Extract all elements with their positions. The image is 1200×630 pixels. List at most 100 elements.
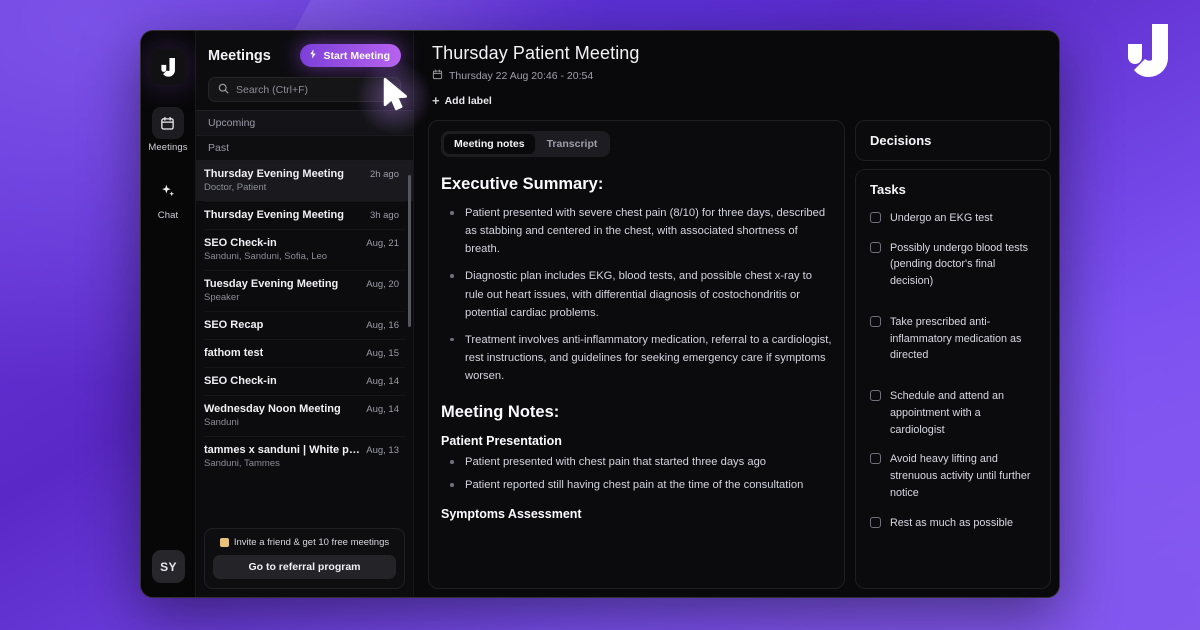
start-meeting-button[interactable]: Start Meeting [300, 44, 401, 67]
search-area [196, 67, 413, 110]
list-item-title: SEO Check-in [204, 375, 277, 387]
executive-summary-heading: Executive Summary: [441, 175, 832, 194]
lightning-icon [308, 49, 318, 62]
tab-meeting-notes[interactable]: Meeting notes [444, 134, 535, 154]
decisions-card: Decisions [855, 120, 1051, 161]
bullet-item: Patient presented with severe chest pain… [443, 204, 832, 258]
task-item[interactable]: Schedule and attend an appointment with … [870, 388, 1036, 438]
meeting-title: Thursday Patient Meeting [432, 43, 1041, 64]
meeting-datetime: Thursday 22 Aug 20:46 - 20:54 [449, 70, 593, 82]
list-item-people: Sanduni [204, 417, 399, 428]
list-item-people: Sanduni, Tammes [204, 458, 399, 469]
bullet-item: Treatment involves anti-inflammatory med… [443, 331, 832, 385]
tab-transcript[interactable]: Transcript [537, 134, 608, 154]
task-item[interactable]: Take prescribed anti-inflammatory medica… [870, 314, 1036, 364]
calendar-icon [152, 107, 184, 139]
sidebar-item-chat[interactable]: Chat [152, 175, 184, 221]
list-item-title: fathom test [204, 347, 263, 359]
tasks-title: Tasks [870, 182, 1036, 197]
list-item[interactable]: SEO Check-in Aug, 21 Sanduni, Sanduni, Sof… [196, 230, 413, 270]
task-checkbox[interactable] [870, 242, 881, 253]
task-label: Undergo an EKG test [890, 210, 993, 227]
task-checkbox[interactable] [870, 316, 881, 327]
right-panel: Decisions Tasks Undergo an EKG test Possi… [855, 120, 1051, 589]
list-item-date: Aug, 13 [366, 445, 399, 456]
task-checkbox[interactable] [870, 453, 881, 464]
section-past[interactable]: Past [196, 136, 413, 161]
calendar-icon [432, 69, 443, 83]
list-item[interactable]: Thursday Evening Meeting 3h ago [196, 202, 413, 229]
list-item[interactable]: SEO Check-in Aug, 14 [196, 368, 413, 395]
meeting-notes-heading: Meeting Notes: [441, 403, 832, 422]
search-box[interactable] [208, 77, 401, 102]
list-item-title: tammes x sanduni | White pa... [204, 444, 360, 456]
bullet-item: Diagnostic plan includes EKG, blood test… [443, 267, 832, 321]
list-item-date: Aug, 21 [366, 238, 399, 249]
bullet-item: Patient reported still having chest pain… [443, 476, 832, 494]
meetings-list-header: Meetings Start Meeting [196, 31, 413, 67]
task-label: Schedule and attend an appointment with … [890, 388, 1036, 438]
list-item[interactable]: Thursday Evening Meeting 2h ago Doctor, Pa… [196, 161, 413, 201]
list-scrollbar[interactable] [408, 175, 411, 327]
list-item-title: Tuesday Evening Meeting [204, 278, 338, 290]
section-upcoming[interactable]: Upcoming [196, 110, 413, 136]
task-item[interactable]: Avoid heavy lifting and strenuous activi… [870, 451, 1036, 501]
list-item-people: Sanduni, Sanduni, Sofia, Leo [204, 251, 399, 262]
content-row: Meeting notes Transcript Executive Summa… [414, 120, 1059, 597]
sidebar-item-meetings[interactable]: Meetings [148, 107, 187, 153]
task-item[interactable]: Possibly undergo blood tests (pending do… [870, 240, 1036, 290]
notes-card: Meeting notes Transcript Executive Summa… [428, 120, 845, 589]
decisions-title: Decisions [870, 133, 1036, 148]
list-item-date: 3h ago [370, 210, 399, 221]
list-item[interactable]: Tuesday Evening Meeting Aug, 20 Speaker [196, 271, 413, 311]
task-label: Rest as much as possible [890, 515, 1013, 532]
list-item-title: Thursday Evening Meeting [204, 209, 344, 221]
list-item-people: Speaker [204, 292, 399, 303]
bullet-item: Patient presented with chest pain that s… [443, 453, 832, 471]
symptoms-assessment-subheading: Symptoms Assessment [441, 507, 832, 521]
watermark-j-logo-icon [1116, 22, 1178, 80]
sparkles-icon [152, 175, 184, 207]
sidebar-item-meetings-label: Meetings [148, 142, 187, 153]
list-item[interactable]: SEO RecapAug, 16 [196, 312, 413, 339]
add-label-text: Add label [445, 95, 492, 107]
task-checkbox[interactable] [870, 212, 881, 223]
tasks-card: Tasks Undergo an EKG test Possibly underg… [855, 169, 1051, 589]
main-content: Thursday Patient Meeting Thursday 22 Aug… [414, 31, 1059, 597]
task-checkbox[interactable] [870, 517, 881, 528]
notes-tabs: Meeting notes Transcript [441, 131, 610, 157]
referral-text-row: Invite a friend & get 10 free meetings [213, 537, 396, 548]
task-checkbox[interactable] [870, 390, 881, 401]
meetings-scroll-area: Thursday Evening Meeting 2h ago Doctor, Pa… [196, 161, 413, 522]
app-logo-icon[interactable] [150, 49, 186, 85]
task-label: Possibly undergo blood tests (pending do… [890, 240, 1036, 290]
app-window: Meetings Chat SY Meetings Sta [140, 30, 1060, 598]
go-to-referral-program-button[interactable]: Go to referral program [213, 555, 396, 579]
sidebar-item-chat-label: Chat [158, 210, 178, 221]
list-item-date: 2h ago [370, 169, 399, 180]
referral-text: Invite a friend & get 10 free meetings [234, 537, 389, 548]
list-item[interactable]: fathom testAug, 15 [196, 340, 413, 367]
avatar[interactable]: SY [152, 550, 185, 583]
meetings-list-panel: Meetings Start Meeting Upcom [196, 31, 414, 597]
task-item[interactable]: Rest as much as possible [870, 515, 1036, 532]
list-item-title: Thursday Evening Meeting [204, 168, 344, 180]
task-item[interactable]: Undergo an EKG test [870, 210, 1036, 227]
meeting-datetime-row: Thursday 22 Aug 20:46 - 20:54 [432, 69, 1041, 83]
list-item-title: Wednesday Noon Meeting [204, 403, 341, 415]
nav-rail: Meetings Chat SY [141, 31, 196, 597]
list-item-date: Aug, 20 [366, 279, 399, 290]
list-item[interactable]: Wednesday Noon Meeting Aug, 14 Sanduni [196, 396, 413, 436]
list-item[interactable]: tammes x sanduni | White pa... Aug, 13 San… [196, 437, 413, 477]
executive-summary-list: Patient presented with severe chest pain… [443, 204, 832, 385]
add-label-button[interactable]: + Add label [432, 94, 492, 107]
list-item-date: Aug, 14 [366, 376, 399, 387]
search-input[interactable] [236, 84, 391, 96]
list-item-people: Doctor, Patient [204, 182, 399, 193]
list-item-title: SEO Check-in [204, 237, 277, 249]
patient-presentation-subheading: Patient Presentation [441, 434, 832, 448]
task-label: Take prescribed anti-inflammatory medica… [890, 314, 1036, 364]
list-item-date: Aug, 14 [366, 404, 399, 415]
referral-card: Invite a friend & get 10 free meetings G… [204, 528, 405, 589]
list-item-date: Aug, 16 [366, 320, 399, 331]
